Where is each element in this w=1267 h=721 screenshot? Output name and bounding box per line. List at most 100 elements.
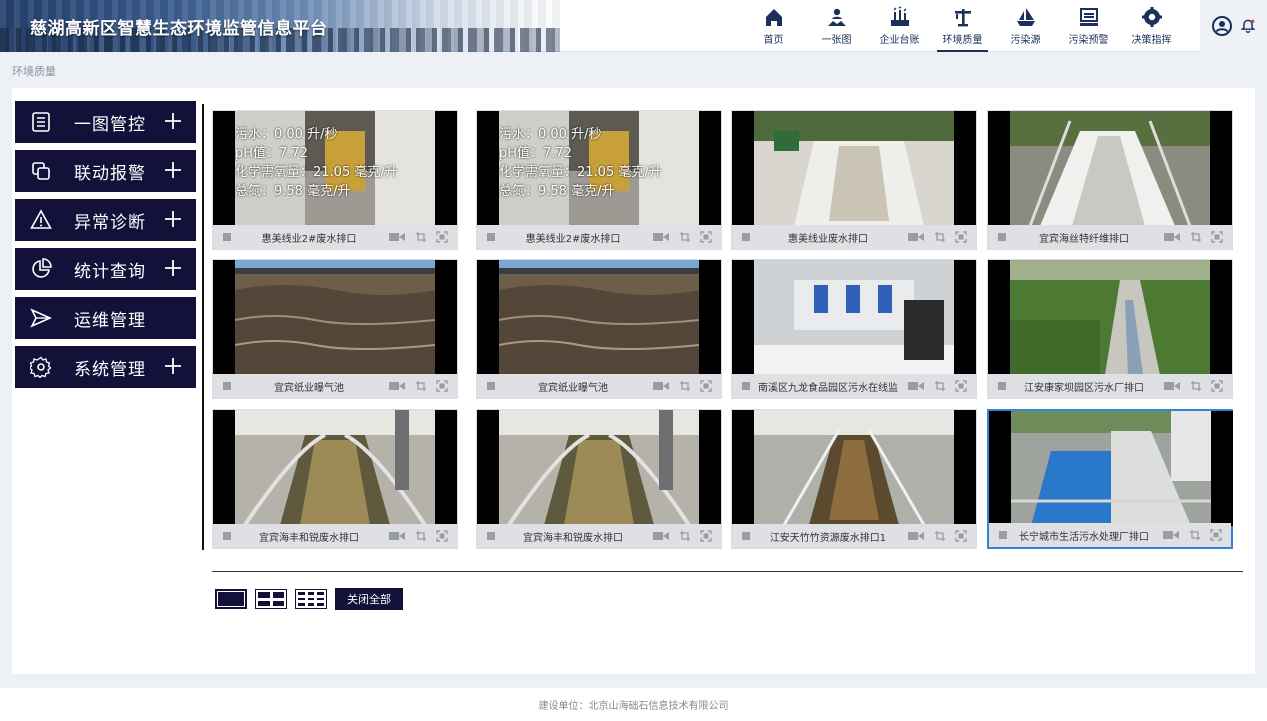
fullscreen-icon[interactable] [699, 380, 713, 392]
nav-item-4[interactable]: 污染源 [994, 0, 1057, 52]
snapshot-icon[interactable] [678, 231, 692, 243]
stop-icon[interactable] [487, 233, 495, 241]
video-camera-icon[interactable] [651, 530, 671, 542]
video-feed[interactable] [988, 260, 1232, 375]
sidebar-item-4[interactable]: 运维管理 [15, 297, 196, 339]
fullscreen-icon[interactable] [435, 380, 449, 392]
stop-icon[interactable] [998, 233, 1006, 241]
fullscreen-icon[interactable] [954, 530, 968, 542]
snapshot-icon[interactable] [414, 380, 428, 392]
snapshot-icon[interactable] [414, 530, 428, 542]
nav-item-6[interactable]: 决策指挥 [1120, 0, 1183, 52]
camera-name: 惠美线业废水排口 [788, 233, 868, 245]
video-camera-icon[interactable] [1162, 231, 1182, 243]
video-feed[interactable] [477, 260, 721, 375]
camera-cell[interactable]: 江安天竹竹资源废水排口1 [731, 409, 977, 549]
video-feed[interactable]: 污水：0.00 升/秒 pH值：7.72 化学需氧量：21.05 毫克/升 总氮：9.… [213, 111, 457, 226]
snapshot-icon[interactable] [678, 530, 692, 542]
sidebar-item-2[interactable]: 异常诊断 [15, 199, 196, 241]
fullscreen-icon[interactable] [1209, 529, 1223, 541]
video-feed[interactable] [213, 410, 457, 525]
stop-icon[interactable] [223, 233, 231, 241]
video-camera-icon[interactable] [906, 380, 926, 392]
plus-icon[interactable] [164, 356, 182, 376]
sidebar-item-5[interactable]: 系统管理 [15, 346, 196, 388]
nav-item-3[interactable]: 环境质量 [931, 0, 994, 52]
camera-cell[interactable]: 宜宾海丰和锐废水排口 [212, 409, 458, 549]
nav-item-1[interactable]: 一张图 [805, 0, 868, 52]
stop-icon[interactable] [223, 532, 231, 540]
camera-cell[interactable]: 长宁城市生活污水处理厂排口 [987, 409, 1233, 549]
bell-icon[interactable] [1240, 17, 1256, 35]
stop-icon[interactable] [998, 382, 1006, 390]
snapshot-icon[interactable] [414, 231, 428, 243]
snapshot-icon[interactable] [1189, 380, 1203, 392]
close-all-button[interactable]: 关闭全部 [335, 588, 403, 610]
fullscreen-icon[interactable] [699, 231, 713, 243]
nav-item-2[interactable]: 企业台账 [868, 0, 931, 52]
plus-icon[interactable] [164, 209, 182, 229]
snapshot-icon[interactable] [933, 530, 947, 542]
video-feed[interactable] [988, 111, 1232, 226]
layout-2x2-button[interactable] [255, 589, 287, 609]
camera-cell[interactable]: 污水：0.00 升/秒 pH值：7.72 化学需氧量：21.05 毫克/升 总氮：9.… [476, 110, 722, 250]
main-nav: 首页 一张图 企业台账 环境质量 污染源 污染预警 决策指挥 [742, 0, 1183, 52]
plus-icon[interactable] [164, 258, 182, 278]
video-feed[interactable] [989, 411, 1233, 526]
camera-cell[interactable]: 宜宾纸业曝气池 [212, 259, 458, 399]
stop-icon[interactable] [999, 531, 1007, 539]
fullscreen-icon[interactable] [954, 231, 968, 243]
stop-icon[interactable] [742, 532, 750, 540]
sidebar-item-1[interactable]: 联动报警 [15, 150, 196, 192]
video-camera-icon[interactable] [387, 380, 407, 392]
stop-icon[interactable] [487, 532, 495, 540]
camera-cell[interactable]: 惠美线业废水排口 [731, 110, 977, 250]
nav-item-5[interactable]: 污染预警 [1057, 0, 1120, 52]
fullscreen-icon[interactable] [954, 380, 968, 392]
video-camera-icon[interactable] [387, 231, 407, 243]
video-feed[interactable]: 污水：0.00 升/秒 pH值：7.72 化学需氧量：21.05 毫克/升 总氮：9.… [477, 111, 721, 226]
fullscreen-icon[interactable] [435, 530, 449, 542]
user-icon[interactable] [1211, 16, 1232, 36]
main-panel: 一图管控联动报警异常诊断统计查询运维管理系统管理 污水：0.00 升/秒 pH值：… [12, 88, 1255, 674]
fullscreen-icon[interactable] [1210, 231, 1224, 243]
video-feed[interactable] [732, 111, 976, 226]
video-camera-icon[interactable] [906, 530, 926, 542]
snapshot-icon[interactable] [1189, 231, 1203, 243]
video-camera-icon[interactable] [651, 380, 671, 392]
stop-icon[interactable] [742, 382, 750, 390]
fullscreen-icon[interactable] [699, 530, 713, 542]
layout-3x3-button[interactable] [295, 589, 327, 609]
video-camera-icon[interactable] [387, 530, 407, 542]
camera-cell[interactable]: 宜宾海丝特纤维排口 [987, 110, 1233, 250]
sidebar-item-3[interactable]: 统计查询 [15, 248, 196, 290]
video-camera-icon[interactable] [906, 231, 926, 243]
snapshot-icon[interactable] [1188, 529, 1202, 541]
stop-icon[interactable] [742, 233, 750, 241]
camera-cell[interactable]: 江安康家坝园区污水厂排口 [987, 259, 1233, 399]
plus-icon[interactable] [164, 160, 182, 180]
video-camera-icon[interactable] [1161, 529, 1181, 541]
camera-cell[interactable]: 南溪区九龙食品园区污水在线监 [731, 259, 977, 399]
camera-cell[interactable]: 宜宾纸业曝气池 [476, 259, 722, 399]
stop-icon[interactable] [223, 382, 231, 390]
fullscreen-icon[interactable] [1210, 380, 1224, 392]
video-camera-icon[interactable] [651, 231, 671, 243]
camera-cell[interactable]: 宜宾海丰和锐废水排口 [476, 409, 722, 549]
snapshot-icon[interactable] [678, 380, 692, 392]
plus-icon[interactable] [164, 111, 182, 131]
video-feed[interactable] [477, 410, 721, 525]
snapshot-icon[interactable] [933, 231, 947, 243]
stop-icon[interactable] [487, 382, 495, 390]
layout-1x1-button[interactable] [215, 589, 247, 609]
snapshot-icon[interactable] [933, 380, 947, 392]
sidebar-item-0[interactable]: 一图管控 [15, 101, 196, 143]
video-feed[interactable] [732, 410, 976, 525]
video-feed[interactable] [213, 260, 457, 375]
video-feed[interactable] [732, 260, 976, 375]
video-camera-icon[interactable] [1162, 380, 1182, 392]
camera-cell[interactable]: 污水：0.00 升/秒 pH值：7.72 化学需氧量：21.05 毫克/升 总氮：9.… [212, 110, 458, 250]
fullscreen-icon[interactable] [435, 231, 449, 243]
nav-item-0[interactable]: 首页 [742, 0, 805, 52]
camera-feed-image [499, 260, 699, 375]
